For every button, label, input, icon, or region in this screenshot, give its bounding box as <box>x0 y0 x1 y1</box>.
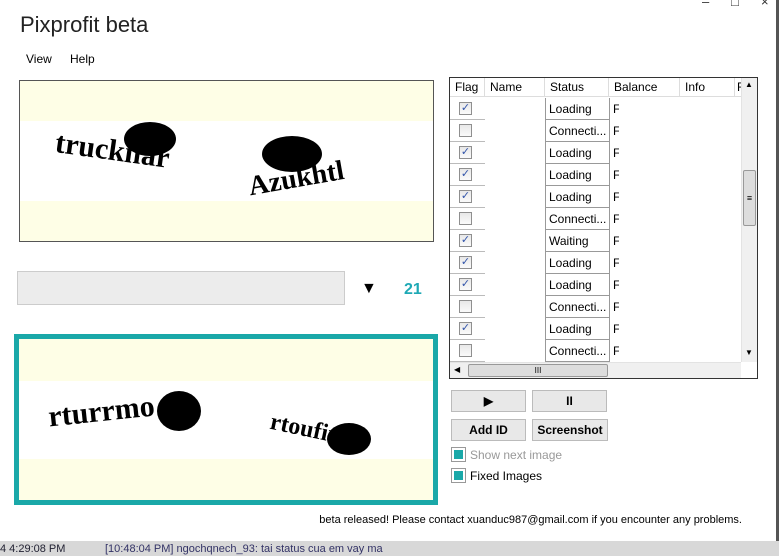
table-row[interactable]: ✓ Waiting F <box>450 230 742 252</box>
table-row[interactable]: ✓ Loading F <box>450 186 742 208</box>
status-cell: Loading <box>545 142 609 164</box>
flag-checkbox[interactable]: ✓ <box>459 190 472 203</box>
captcha-image-next: rturrmo rtoufiu <box>14 334 438 505</box>
captcha-counter: 21 <box>404 281 422 298</box>
balance-cell: F <box>609 318 619 340</box>
flag-checkbox[interactable]: ✓ <box>459 322 472 335</box>
fixed-images-label: Fixed Images <box>470 469 543 483</box>
balance-cell: F <box>609 164 619 186</box>
balance-cell: F <box>609 142 619 164</box>
balance-cell: F <box>609 98 619 120</box>
column-header-balance[interactable]: Balance <box>609 78 680 97</box>
balance-cell: F <box>609 230 619 252</box>
scroll-left-icon[interactable]: ◀ <box>454 365 460 374</box>
table-row[interactable]: ✓ Loading F <box>450 252 742 274</box>
status-cell: Loading <box>545 252 609 274</box>
status-cell: Loading <box>545 98 609 120</box>
flag-checkbox[interactable]: ✓ <box>459 146 472 159</box>
balance-cell: F <box>609 186 619 208</box>
status-cell: Loading <box>545 186 609 208</box>
captcha-answer-input[interactable] <box>17 271 345 305</box>
column-header-name[interactable]: Name <box>485 78 545 97</box>
flag-checkbox[interactable] <box>459 212 472 225</box>
captcha-word: rturrmo <box>47 390 156 434</box>
flag-checkbox[interactable]: ✓ <box>459 102 472 115</box>
table-row[interactable]: Connecti... F <box>450 120 742 142</box>
flag-checkbox[interactable] <box>459 344 472 357</box>
horizontal-scrollbar[interactable]: ◀ III <box>450 362 741 378</box>
scroll-down-icon[interactable]: ▼ <box>745 348 753 357</box>
flag-checkbox[interactable]: ✓ <box>459 256 472 269</box>
screenshot-button[interactable]: Screenshot <box>532 419 608 441</box>
status-cell: Waiting <box>545 230 609 252</box>
captcha-image-current: trucknar Azukhtl <box>19 80 434 242</box>
column-header-info[interactable]: Info <box>680 78 735 97</box>
background-time: 4 4:29:08 PM <box>0 543 66 555</box>
show-next-image-checkbox[interactable] <box>451 447 466 462</box>
menu-help[interactable]: Help <box>70 52 95 66</box>
balance-cell: F <box>609 120 619 142</box>
balance-cell: F <box>609 340 619 362</box>
flag-checkbox[interactable]: ✓ <box>459 168 472 181</box>
close-button[interactable]: × <box>761 0 769 9</box>
table-row[interactable]: Connecti... F <box>450 296 742 318</box>
column-header-flag[interactable]: Flag <box>450 78 485 97</box>
flag-checkbox[interactable]: ✓ <box>459 234 472 247</box>
table-row[interactable]: ✓ Loading F <box>450 142 742 164</box>
status-cell: Loading <box>545 274 609 296</box>
flag-checkbox[interactable] <box>459 300 472 313</box>
table-row[interactable]: Connecti... F <box>450 340 742 362</box>
balance-cell: F <box>609 274 619 296</box>
background-chat: [10:48:04 PM] ngochqnech_93: tai status … <box>105 543 383 555</box>
status-cell: Connecti... <box>545 120 609 142</box>
table-row[interactable]: Connecti... F <box>450 208 742 230</box>
scroll-up-icon[interactable]: ▲ <box>745 80 753 89</box>
column-header-status[interactable]: Status <box>545 78 609 97</box>
background-window: 4 4:29:08 PM [10:48:04 PM] ngochqnech_93… <box>0 541 779 556</box>
status-cell: Connecti... <box>545 296 609 318</box>
show-next-image-label: Show next image <box>470 448 563 462</box>
dropdown-arrow-icon[interactable]: ▼ <box>361 280 377 298</box>
balance-cell: F <box>609 208 619 230</box>
window-title: Pixprofit beta <box>20 12 149 37</box>
captcha-word: Azukhtl <box>246 155 347 202</box>
status-cell: Connecti... <box>545 208 609 230</box>
play-button[interactable]: ▶ <box>451 390 526 412</box>
table-row[interactable]: ✓ Loading F <box>450 318 742 340</box>
vertical-scrollbar[interactable]: ▲ ≡ ▼ <box>741 78 757 362</box>
table-row[interactable]: ✓ Loading F <box>450 98 742 120</box>
balance-cell: F <box>609 296 619 318</box>
add-id-button[interactable]: Add ID <box>451 419 526 441</box>
fixed-images-checkbox[interactable] <box>451 468 466 483</box>
status-message: beta released! Please contact xuanduc987… <box>319 514 742 526</box>
pause-button[interactable]: II <box>532 390 607 412</box>
scrollbar-thumb[interactable]: ≡ <box>743 170 756 226</box>
table-row[interactable]: ✓ Loading F <box>450 164 742 186</box>
table-row[interactable]: ✓ Loading F <box>450 274 742 296</box>
captcha-word: rtoufiu <box>268 409 344 449</box>
accounts-grid[interactable]: Flag Name Status Balance Info F ✓ Loadin… <box>449 77 758 379</box>
menu-view[interactable]: View <box>26 52 52 66</box>
status-cell: Loading <box>545 318 609 340</box>
flag-checkbox[interactable]: ✓ <box>459 278 472 291</box>
status-cell: Loading <box>545 164 609 186</box>
balance-cell: F <box>609 252 619 274</box>
minimize-button[interactable]: – <box>702 0 709 9</box>
flag-checkbox[interactable] <box>459 124 472 137</box>
status-cell: Connecti... <box>545 340 609 362</box>
maximize-button[interactable]: □ <box>731 0 739 9</box>
hscrollbar-thumb[interactable]: III <box>468 364 608 377</box>
